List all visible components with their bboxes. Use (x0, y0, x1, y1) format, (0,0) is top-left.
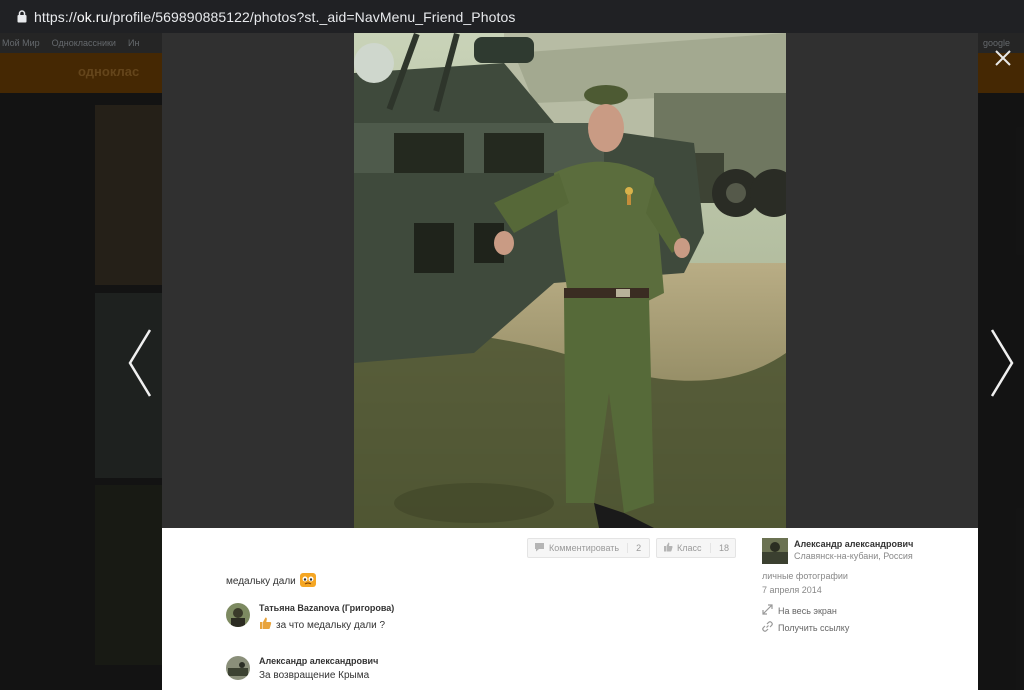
comment-icon (534, 542, 545, 554)
expand-icon (762, 604, 773, 617)
comment-button[interactable]: Комментировать 2 (527, 538, 650, 558)
comment-text: За возвращение Крыма (259, 670, 369, 681)
avatar[interactable] (226, 656, 250, 680)
thumbs-up-icon (663, 542, 673, 554)
emoji-icon (299, 573, 316, 590)
url-path: /profile/569890885122/photos?st._aid=Nav… (108, 8, 516, 25)
chevron-right-icon (990, 329, 1014, 397)
comment-text-value: за что медальку дали ? (276, 619, 386, 631)
thumbs-up-icon (259, 617, 272, 633)
photo-date: 7 апреля 2014 (762, 585, 822, 595)
avatar[interactable] (226, 603, 250, 627)
get-link-label: Получить ссылку (778, 622, 850, 633)
get-link-button[interactable]: Получить ссылку (762, 621, 849, 634)
close-icon (995, 50, 1011, 66)
owner-name[interactable]: Александр александрович (794, 539, 913, 549)
next-photo-button[interactable] (986, 328, 1016, 398)
album-link[interactable]: личные фотографии (762, 571, 848, 581)
fullscreen-button[interactable]: На весь экран (762, 604, 837, 617)
class-count: 18 (709, 543, 729, 553)
url-text[interactable]: https://ok.ru/profile/569890885122/photo… (34, 9, 516, 25)
comment-text-value: За возвращение Крыма (259, 670, 370, 681)
browser-address-bar[interactable]: https://ok.ru/profile/569890885122/photo… (0, 0, 1024, 33)
photo-stage (162, 33, 978, 528)
fullscreen-label: На весь экран (778, 605, 837, 616)
photo-description: медальку дали (226, 573, 316, 590)
comment-button-label: Комментировать (549, 543, 620, 553)
comment-count: 2 (627, 543, 641, 553)
url-host: ok.ru (76, 8, 109, 25)
close-button[interactable] (993, 48, 1013, 68)
class-button[interactable]: Класс 18 (656, 538, 736, 558)
description-text: медальку дали (226, 576, 296, 587)
lock-icon (10, 10, 34, 23)
prev-photo-button[interactable] (126, 328, 156, 398)
photo-image[interactable] (354, 33, 786, 528)
owner-avatar[interactable] (762, 538, 788, 564)
class-button-label: Класс (677, 543, 702, 553)
owner-location: Славянск-на-кубани, Россия (794, 551, 913, 561)
url-scheme: https:// (34, 8, 77, 25)
photo-info-panel: Комментировать 2 Класс 18 медальку дали … (162, 528, 978, 690)
comment-author[interactable]: Татьяна Bazanova (Григорова) (259, 603, 394, 613)
link-icon (762, 621, 773, 634)
chevron-left-icon (128, 329, 152, 397)
comment-text: за что медальку дали ? (259, 617, 385, 633)
comment-author[interactable]: Александр александрович (259, 656, 378, 666)
